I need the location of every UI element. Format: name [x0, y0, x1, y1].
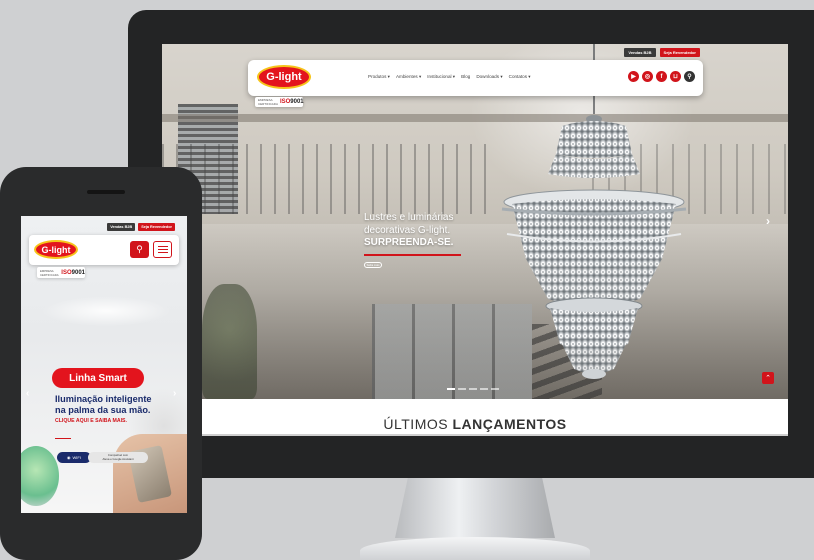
slide-cta-button[interactable]: Saiba mais [364, 262, 382, 268]
nav-menu: Produtos ▾ Ambientes ▾ Institucional ▾ B… [368, 74, 531, 80]
mobile-glight-logo[interactable]: G-light [34, 240, 78, 259]
mobile-cta-link[interactable]: CLIQUE AQUI E SAIBA MAIS. [55, 418, 127, 424]
mobile-headline-line-2: na palma da sua mão. [55, 405, 151, 415]
nav-item-ambientes[interactable]: Ambientes ▾ [396, 74, 421, 80]
mobile-reseller-button[interactable]: Seja Revendedor [138, 223, 175, 231]
slide-line-2: decorativas G-light. [364, 224, 451, 236]
facebook-icon[interactable]: f [656, 71, 667, 82]
monitor-stand-base [360, 537, 590, 560]
mobile-cta-underline [55, 438, 71, 440]
desktop-monitor: Vendas B2B Seja Revendedor G-light Produ… [128, 10, 814, 478]
mobile-headline-line-1: Iluminação inteligente [55, 394, 152, 404]
mobile-navbar: G-light ⚲ [29, 235, 179, 265]
iso-number: 9001 [290, 99, 304, 105]
slide-underline [364, 254, 461, 256]
iso-caption: EMPRESA CERTIFICADA [258, 98, 278, 106]
slider-dot[interactable] [469, 388, 477, 390]
desktop-screen: Vendas B2B Seja Revendedor G-light Produ… [162, 44, 788, 436]
mobile-phone: Vendas B2B Seja Revendedor G-light ⚲ EMP… [0, 167, 202, 560]
slider-next-arrow[interactable]: › [766, 214, 770, 228]
scroll-top-button[interactable]: ⌃ [762, 372, 774, 384]
iso-label: ISO9001 [280, 99, 304, 105]
mobile-search-button[interactable]: ⚲ [130, 241, 149, 258]
mobile-iso-caption: EMPRESA CERTIFICADA [40, 268, 59, 277]
become-reseller-button[interactable]: Seja Revendedor [659, 48, 700, 57]
mobile-headline: Iluminação inteligente na palma da sua m… [55, 394, 152, 416]
slider-dot[interactable] [447, 388, 455, 390]
hamburger-menu-icon[interactable] [153, 241, 172, 258]
social-icons: ▶ ◎ f ⊔ ⚲ [628, 71, 695, 82]
compat-line-2: Alexa e Google Assistant [102, 456, 134, 461]
mobile-top-buttons: Vendas B2B Seja Revendedor [107, 223, 175, 231]
slider-dots [447, 388, 499, 390]
b2b-sales-button[interactable]: Vendas B2B [624, 48, 656, 57]
wifi-icon: ◉ [67, 455, 71, 460]
slider-dot[interactable] [458, 388, 466, 390]
search-icon[interactable]: ⚲ [684, 71, 695, 82]
mobile-b2b-button[interactable]: Vendas B2B [107, 223, 136, 231]
glight-logo[interactable]: G-light [257, 65, 311, 89]
phone-speaker [87, 190, 125, 194]
nav-item-institucional[interactable]: Institucional ▾ [427, 74, 455, 80]
slide-caption: Lustres e luminárias decorativas G-light… [364, 212, 453, 250]
slide-line-3: SURPREENDA-SE. [364, 237, 454, 248]
youtube-icon[interactable]: ▶ [628, 71, 639, 82]
top-buttons: Vendas B2B Seja Revendedor [624, 48, 700, 57]
nav-item-blog[interactable]: Blog [461, 74, 470, 80]
slider-dot[interactable] [480, 388, 488, 390]
mobile-bg-light [41, 296, 171, 326]
section-divider [162, 434, 788, 436]
nav-item-produtos[interactable]: Produtos ▾ [368, 74, 390, 80]
wifi-label: WIFI [72, 455, 81, 460]
cart-icon[interactable]: ⊔ [670, 71, 681, 82]
search-icon: ⚲ [136, 244, 143, 254]
wifi-badge: ◉ WIFI [57, 452, 91, 463]
compatibility-badge: Compatível com Alexa e Google Assistant [88, 452, 148, 463]
mobile-slider-next-arrow[interactable]: › [173, 388, 176, 399]
main-navbar: G-light Produtos ▾ Ambientes ▾ Instituci… [248, 60, 703, 96]
nav-item-contatos[interactable]: Contatos ▾ [509, 74, 531, 80]
slide-line-1: Lustres e luminárias [364, 212, 454, 223]
iso-badge: EMPRESA CERTIFICADA ISO9001 [255, 97, 304, 107]
launches-section: ÚLTIMOS LANÇAMENTOS [162, 399, 788, 436]
linha-smart-pill: Linha Smart [52, 368, 144, 388]
section-title-light: ÚLTIMOS [383, 416, 453, 432]
mobile-iso-badge: EMPRESA CERTIFICADA ISO9001 [37, 267, 85, 278]
mobile-iso-label: ISO9001 [61, 270, 85, 276]
hero-slider: Vendas B2B Seja Revendedor G-light Produ… [162, 44, 788, 399]
instagram-icon[interactable]: ◎ [642, 71, 653, 82]
mobile-iso-number: 9001 [71, 269, 85, 276]
nav-item-downloads[interactable]: Downloads ▾ [476, 74, 502, 80]
section-title: ÚLTIMOS LANÇAMENTOS [162, 416, 788, 432]
slider-dot[interactable] [491, 388, 499, 390]
monitor-stand-neck [395, 478, 555, 538]
section-title-bold: LANÇAMENTOS [452, 416, 567, 432]
mobile-iso-prefix: ISO [61, 269, 72, 276]
iso-prefix: ISO [279, 99, 291, 105]
mobile-screen: Vendas B2B Seja Revendedor G-light ⚲ EMP… [21, 216, 187, 513]
smart-bulb-image [21, 446, 59, 506]
mobile-slider-prev-arrow[interactable]: ‹ [26, 388, 29, 399]
